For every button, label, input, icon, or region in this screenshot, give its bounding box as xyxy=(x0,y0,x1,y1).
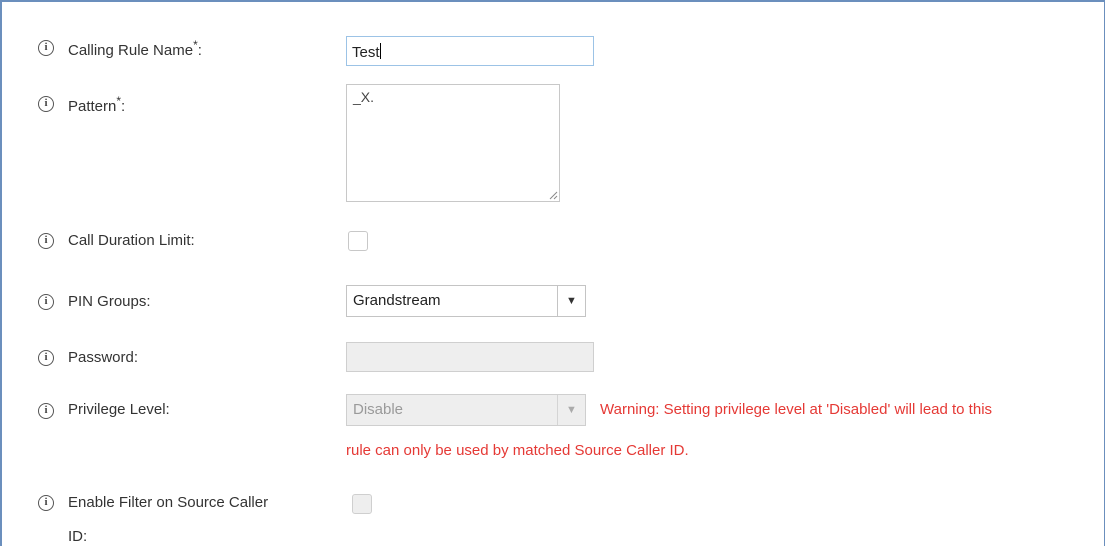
password-input xyxy=(346,342,594,372)
call-duration-limit-label: Call Duration Limit: xyxy=(68,232,195,249)
form-panel xyxy=(0,0,1105,546)
enable-filter-label-line1: Enable Filter on Source Caller xyxy=(68,494,269,511)
info-icon[interactable]: i xyxy=(38,96,54,112)
info-icon[interactable]: i xyxy=(38,40,54,56)
privilege-warning-line1: Warning: Setting privilege level at 'Dis… xyxy=(600,401,993,418)
privilege-level-label: Privilege Level: xyxy=(68,401,170,418)
pattern-value: _X. xyxy=(353,89,375,105)
info-icon[interactable]: i xyxy=(38,495,54,511)
info-icon[interactable]: i xyxy=(38,294,54,310)
pin-groups-label: PIN Groups: xyxy=(68,293,151,310)
password-label: Password: xyxy=(68,349,139,366)
privilege-level-selected: Disable xyxy=(353,401,404,418)
pin-groups-selected: Grandstream xyxy=(353,292,441,309)
pattern-textarea[interactable]: _X. xyxy=(346,84,560,202)
info-icon[interactable]: i xyxy=(38,403,54,419)
calling-rule-name-label: Calling Rule Name*: xyxy=(68,38,202,59)
privilege-warning-line2: rule can only be used by matched Source … xyxy=(346,442,689,459)
enable-filter-label-line2: ID: xyxy=(68,528,88,545)
calling-rule-name-input[interactable]: Test xyxy=(346,36,594,66)
triangle-down-icon: ▼ xyxy=(557,395,585,425)
pin-groups-select[interactable]: Grandstream ▼ xyxy=(346,285,586,317)
privilege-level-select: Disable ▼ xyxy=(346,394,586,426)
resize-grip-icon[interactable] xyxy=(548,190,558,200)
triangle-down-icon[interactable]: ▼ xyxy=(557,286,585,316)
pattern-label: Pattern*: xyxy=(68,94,126,115)
info-icon[interactable]: i xyxy=(38,233,54,249)
enable-filter-checkbox xyxy=(352,494,372,514)
call-duration-limit-checkbox[interactable] xyxy=(348,231,368,251)
info-icon[interactable]: i xyxy=(38,350,54,366)
